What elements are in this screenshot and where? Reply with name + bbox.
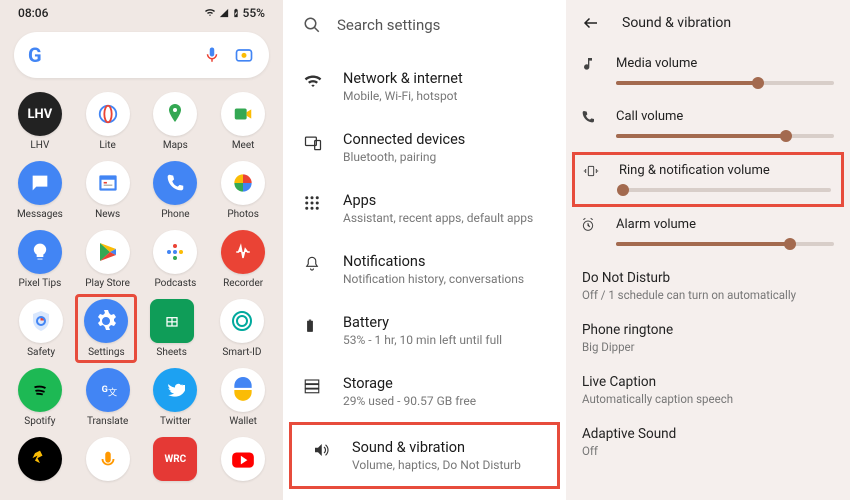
sound-vibration-panel: Sound & vibration Media volume Call volu… bbox=[566, 0, 850, 500]
battery-icon bbox=[231, 6, 241, 20]
app-safety[interactable]: Safety bbox=[10, 299, 72, 358]
page-title: Sound & vibration bbox=[622, 15, 731, 31]
app-partial-1[interactable] bbox=[9, 437, 71, 485]
app-spotify[interactable]: Spotify bbox=[9, 368, 71, 427]
music-note-icon bbox=[580, 56, 596, 72]
settings-search[interactable]: Search settings bbox=[283, 0, 566, 50]
settings-item-storage[interactable]: Storage29% used - 90.57 GB free bbox=[283, 361, 566, 422]
app-recorder[interactable]: Recorder bbox=[212, 230, 274, 289]
battery-icon bbox=[303, 314, 325, 336]
app-twitter[interactable]: Twitter bbox=[144, 368, 206, 427]
app-photos[interactable]: Photos bbox=[212, 161, 274, 220]
google-search-bar[interactable]: G bbox=[14, 32, 269, 78]
wifi-icon bbox=[203, 7, 217, 19]
settings-item-battery[interactable]: Battery53% - 1 hr, 10 min left until ful… bbox=[283, 300, 566, 361]
bell-icon bbox=[303, 253, 325, 273]
camera-icon[interactable] bbox=[233, 44, 255, 66]
settings-list-panel: Search settings Network & internetMobile… bbox=[283, 0, 566, 500]
app-wallet[interactable]: Wallet bbox=[212, 368, 274, 427]
app-partial-2[interactable] bbox=[77, 437, 139, 485]
app-smart-id[interactable]: Smart-ID bbox=[211, 299, 273, 358]
apps-icon bbox=[303, 192, 325, 212]
app-pixel-tips[interactable]: Pixel Tips bbox=[9, 230, 71, 289]
app-settings[interactable]: Settings bbox=[75, 294, 137, 363]
status-time: 08:06 bbox=[18, 6, 48, 20]
call-volume: Call volume bbox=[566, 99, 850, 152]
mic-icon[interactable] bbox=[201, 44, 223, 66]
google-logo: G bbox=[28, 43, 42, 67]
alarm-volume: Alarm volume bbox=[566, 207, 850, 260]
live-caption-item[interactable]: Live Caption Automatically caption speec… bbox=[566, 364, 850, 416]
app-lhv[interactable]: LHVLHV bbox=[9, 92, 71, 151]
devices-icon bbox=[303, 131, 325, 153]
signal-icon bbox=[219, 7, 229, 19]
svg-text:文: 文 bbox=[108, 387, 117, 399]
svg-text:G: G bbox=[101, 385, 107, 395]
ring-volume-slider[interactable] bbox=[619, 188, 831, 192]
battery-text: 55% bbox=[243, 6, 265, 20]
back-icon[interactable] bbox=[582, 14, 600, 32]
app-maps[interactable]: Maps bbox=[144, 92, 206, 151]
app-meet[interactable]: Meet bbox=[212, 92, 274, 151]
app-play-store[interactable]: Play Store bbox=[77, 230, 139, 289]
call-volume-slider[interactable] bbox=[616, 134, 834, 138]
status-right: 55% bbox=[203, 6, 265, 20]
sound-page-header: Sound & vibration bbox=[566, 0, 850, 46]
alarm-icon bbox=[580, 217, 596, 233]
media-volume: Media volume bbox=[566, 46, 850, 99]
settings-item-connected[interactable]: Connected devicesBluetooth, pairing bbox=[283, 117, 566, 178]
settings-item-sound[interactable]: Sound & vibrationVolume, haptics, Do Not… bbox=[289, 422, 560, 489]
app-sheets[interactable]: Sheets bbox=[141, 299, 203, 358]
settings-item-network[interactable]: Network & internetMobile, Wi-Fi, hotspot bbox=[283, 56, 566, 117]
ring-notification-volume: Ring & notification volume bbox=[572, 152, 844, 207]
app-lite[interactable]: Lite bbox=[77, 92, 139, 151]
apps-grid: LHVLHV Lite Maps Meet Messages News Phon… bbox=[0, 92, 283, 485]
app-translate[interactable]: G文Translate bbox=[77, 368, 139, 427]
volume-icon bbox=[312, 439, 334, 459]
phone-icon bbox=[580, 109, 596, 125]
search-placeholder: Search settings bbox=[337, 16, 440, 34]
app-partial-4[interactable] bbox=[212, 437, 274, 485]
settings-list: Network & internetMobile, Wi-Fi, hotspot… bbox=[283, 50, 566, 489]
app-podcasts[interactable]: Podcasts bbox=[144, 230, 206, 289]
status-bar: 08:06 55% bbox=[0, 0, 283, 26]
dnd-item[interactable]: Do Not Disturb Off / 1 schedule can turn… bbox=[566, 260, 850, 312]
app-partial-3[interactable]: WRC bbox=[144, 437, 206, 485]
alarm-volume-slider[interactable] bbox=[616, 242, 834, 246]
vibrate-icon bbox=[583, 163, 599, 179]
search-icon bbox=[303, 16, 321, 34]
app-drawer-panel: 08:06 55% G LHVLHV Lite Maps Meet Messag… bbox=[0, 0, 283, 500]
storage-icon bbox=[303, 375, 325, 395]
settings-item-notifications[interactable]: NotificationsNotification history, conve… bbox=[283, 239, 566, 300]
settings-item-apps[interactable]: AppsAssistant, recent apps, default apps bbox=[283, 178, 566, 239]
adaptive-sound-item[interactable]: Adaptive Sound Off bbox=[566, 416, 850, 468]
app-phone[interactable]: Phone bbox=[144, 161, 206, 220]
app-news[interactable]: News bbox=[77, 161, 139, 220]
ringtone-item[interactable]: Phone ringtone Big Dipper bbox=[566, 312, 850, 364]
wifi-icon bbox=[303, 70, 325, 92]
app-messages[interactable]: Messages bbox=[9, 161, 71, 220]
media-volume-slider[interactable] bbox=[616, 81, 834, 85]
